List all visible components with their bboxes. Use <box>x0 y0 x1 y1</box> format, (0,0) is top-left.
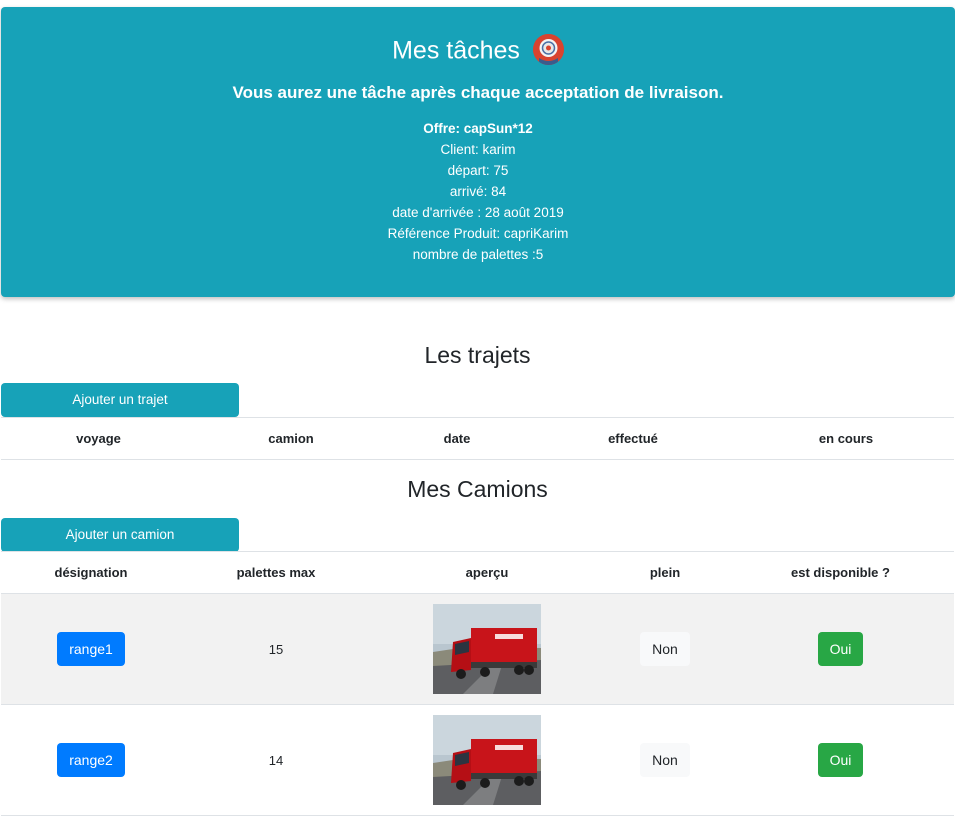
disponible-button[interactable]: Oui <box>817 743 864 777</box>
designation-cell: range1 <box>1 594 181 704</box>
column-header-effectue[interactable]: effectué <box>528 418 738 459</box>
column-header-camion[interactable]: camion <box>196 418 386 459</box>
tasks-card: Mes tâches Vous aurez une tâche après ch… <box>1 7 955 297</box>
palettes-max-value: 14 <box>268 752 284 768</box>
designation-button[interactable]: range1 <box>57 632 125 666</box>
column-header-voyage[interactable]: voyage <box>1 418 196 459</box>
plein-cell: Non <box>603 705 727 815</box>
table-row: range2 14 Non Oui <box>1 705 954 816</box>
apercu-cell <box>371 594 603 704</box>
page-title-text: Mes tâches <box>392 36 520 65</box>
truck-image <box>433 715 541 805</box>
column-header-disponible[interactable]: est disponible ? <box>727 552 954 593</box>
plein-button[interactable]: Non <box>640 743 690 777</box>
designation-button[interactable]: range2 <box>57 743 125 777</box>
column-header-apercu[interactable]: aperçu <box>371 552 603 593</box>
offer-text: Offre: capSun*12 <box>423 121 533 136</box>
arrive-text: arrivé: 84 <box>449 184 507 199</box>
plein-button[interactable]: Non <box>640 632 690 666</box>
page-title: Mes tâches <box>1 33 955 66</box>
add-camion-button[interactable]: Ajouter un camion <box>1 518 239 552</box>
card-subtitle: Vous aurez une tâche après chaque accept… <box>232 83 724 102</box>
column-header-date[interactable]: date <box>386 418 528 459</box>
palettes-max-cell: 15 <box>181 594 371 704</box>
client-text: Client: karim <box>440 142 516 157</box>
task-details: Offre: capSun*12 Client: karim départ: 7… <box>1 118 955 265</box>
palettes-max-value: 15 <box>268 641 284 657</box>
trajets-table-header: voyage camion date effectué en cours <box>1 417 954 460</box>
column-header-palettes-max[interactable]: palettes max <box>181 552 371 593</box>
table-row: range1 15 Non Oui <box>1 594 954 705</box>
plein-cell: Non <box>603 594 727 704</box>
disponible-button[interactable]: Oui <box>817 632 864 666</box>
trajets-title: Les trajets <box>424 342 531 368</box>
arrival-date-text: date d'arrivée : 28 août 2019 <box>392 205 564 220</box>
disponible-cell: Oui <box>727 594 954 704</box>
designation-cell: range2 <box>1 705 181 815</box>
palettes-max-cell: 14 <box>181 705 371 815</box>
add-trajet-button[interactable]: Ajouter un trajet <box>1 383 239 417</box>
depart-text: départ: 75 <box>447 163 509 178</box>
avatar-icon <box>532 33 564 65</box>
disponible-cell: Oui <box>727 705 954 815</box>
apercu-cell <box>371 705 603 815</box>
column-header-designation[interactable]: désignation <box>1 552 181 593</box>
product-ref-text: Référence Produit: capriKarim <box>387 226 569 241</box>
truck-image <box>433 604 541 694</box>
camions-table-header: désignation palettes max aperçu plein es… <box>1 551 954 594</box>
pallets-text: nombre de palettes :5 <box>412 247 544 262</box>
camions-title: Mes Camions <box>407 476 548 502</box>
column-header-en-cours[interactable]: en cours <box>738 418 954 459</box>
column-header-plein[interactable]: plein <box>603 552 727 593</box>
